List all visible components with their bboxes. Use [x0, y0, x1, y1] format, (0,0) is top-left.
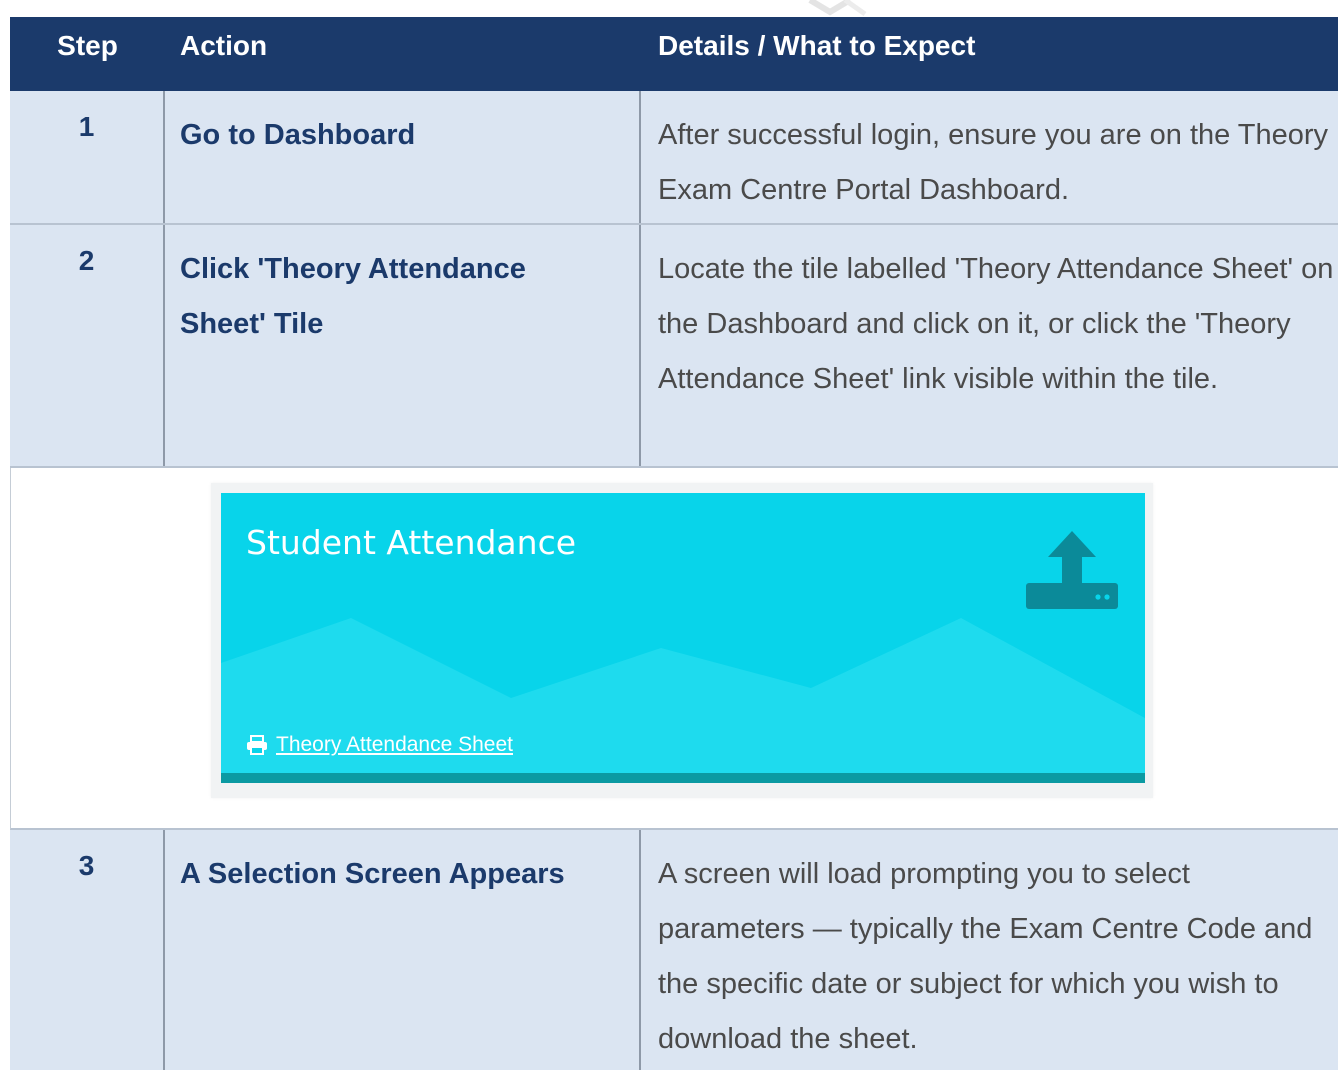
step-action: A Selection Screen Appears — [165, 830, 641, 1070]
step-number: 3 — [10, 830, 165, 1070]
tile-title: Student Attendance — [246, 523, 577, 562]
header-step: Step — [57, 30, 118, 61]
step-details: After successful login, ensure you are o… — [658, 119, 1329, 206]
tile-bottom-bar — [221, 773, 1145, 783]
step-action: Go to Dashboard — [165, 91, 641, 223]
step-number: 1 — [10, 91, 165, 223]
tile-link-label: Theory Attendance Sheet — [276, 733, 513, 756]
table-row: 2 Click 'Theory Attendance Sheet' Tile L… — [10, 225, 1338, 468]
upload-icon — [1026, 531, 1118, 609]
step-number: 2 — [10, 225, 165, 466]
tile-screenshot: Student Attendance Theory Attendance She… — [211, 483, 1153, 798]
header-action: Action — [180, 30, 268, 61]
table-row: 3 A Selection Screen Appears A screen wi… — [10, 830, 1338, 1070]
table-header-row: Step Action Details / What to Expect — [10, 17, 1338, 91]
theory-attendance-sheet-link[interactable]: Theory Attendance Sheet — [246, 733, 513, 757]
watermark-fragment — [808, 0, 867, 17]
table-row: 1 Go to Dashboard After successful login… — [10, 91, 1338, 225]
instruction-page: Step Action Details / What to Expect 1 G… — [0, 0, 1338, 1070]
step-details: A screen will load prompting you to sele… — [658, 858, 1313, 1055]
header-details: Details / What to Expect — [658, 30, 976, 61]
step-action: Click 'Theory Attendance Sheet' Tile — [165, 225, 641, 466]
student-attendance-tile[interactable]: Student Attendance Theory Attendance She… — [221, 493, 1145, 783]
tile-screenshot-row: Student Attendance Theory Attendance She… — [10, 468, 1338, 830]
step-details: Locate the tile labelled 'Theory Attenda… — [658, 253, 1334, 395]
printer-icon — [247, 735, 267, 755]
